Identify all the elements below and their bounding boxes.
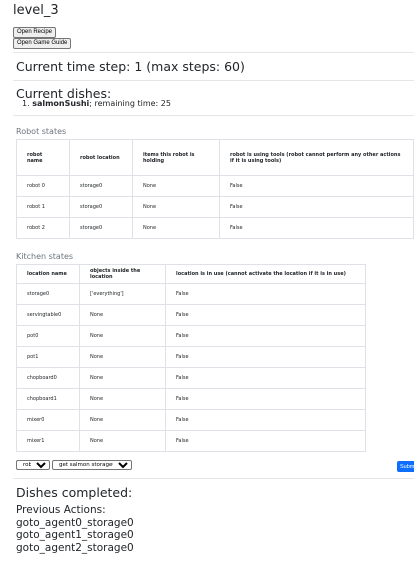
table-row: pot0 None False: [16, 325, 366, 347]
table-cell: None: [79, 304, 166, 326]
column-header: objects inside the location: [79, 264, 166, 284]
robot-select[interactable]: robot 0: [16, 460, 50, 470]
table-header-row: location name objects inside the locatio…: [16, 264, 366, 284]
dish-number: 1.: [22, 99, 30, 108]
table-cell: robot 2: [16, 217, 70, 239]
table-cell: pot1: [16, 346, 80, 368]
previous-action-item: goto_agent1_storage0: [16, 529, 134, 541]
table-cell: robot 1: [16, 196, 70, 218]
table-cell: None: [79, 430, 166, 452]
previous-actions-heading: Previous Actions:: [16, 504, 106, 516]
page-title: level_3: [13, 3, 59, 18]
open-game-guide-button[interactable]: Open Game Guide: [13, 38, 72, 49]
table-cell: mixer0: [16, 409, 80, 431]
table-cell: False: [165, 388, 366, 410]
table-cell: None: [79, 346, 166, 368]
table-cell: False: [219, 196, 414, 218]
table-cell: None: [79, 409, 166, 431]
divider: [13, 80, 414, 81]
table-cell: servingtable0: [16, 304, 80, 326]
table-row: mixer0 None False: [16, 409, 366, 431]
table-cell: None: [79, 367, 166, 389]
table-row: pot1 None False: [16, 346, 366, 368]
table-cell: False: [219, 217, 414, 239]
robot-states-table: robot name robot location items this rob…: [16, 139, 414, 239]
dish-remaining-time: ; remaining time: 25: [89, 99, 171, 108]
table-row: mixer1 None False: [16, 430, 366, 452]
open-recipe-button[interactable]: Open Recipe: [13, 27, 57, 38]
table-cell: None: [132, 175, 220, 197]
divider: [13, 52, 414, 53]
table-cell: False: [165, 409, 366, 431]
table-row: robot 1 storage0 None False: [16, 196, 414, 218]
column-header: location name: [16, 264, 80, 284]
column-header: robot location: [69, 139, 133, 176]
table-cell: storage0: [16, 283, 80, 305]
robot-states-title: Robot states: [16, 127, 67, 136]
table-cell: False: [165, 367, 366, 389]
dish-name: salmonSushi: [32, 99, 90, 108]
dish-item: 1. salmonSushi; remaining time: 25: [22, 99, 171, 108]
table-cell: False: [165, 304, 366, 326]
table-cell: storage0: [69, 196, 133, 218]
action-select[interactable]: get salmon storage0: [52, 460, 132, 470]
current-time-step: Current time step: 1 (max steps: 60): [16, 59, 245, 74]
table-cell: chopboard1: [16, 388, 80, 410]
table-row: chopboard1 None False: [16, 388, 366, 410]
table-cell: pot0: [16, 325, 80, 347]
table-header-row: robot name robot location items this rob…: [16, 139, 414, 176]
divider: [13, 478, 414, 479]
table-cell: False: [165, 346, 366, 368]
table-cell: ['everything']: [79, 283, 166, 305]
table-cell: chopboard0: [16, 367, 80, 389]
previous-action-item: goto_agent0_storage0: [16, 516, 134, 529]
table-cell: None: [79, 388, 166, 410]
table-cell: None: [132, 217, 220, 239]
table-row: chopboard0 None False: [16, 367, 366, 389]
table-cell: mixer1: [16, 430, 80, 452]
table-row: storage0 ['everything'] False: [16, 283, 366, 305]
table-row: servingtable0 None False: [16, 304, 366, 326]
table-row: robot 0 storage0 None False: [16, 175, 414, 197]
table-cell: None: [132, 196, 220, 218]
submit-button[interactable]: Submit: [397, 461, 414, 472]
table-cell: False: [165, 325, 366, 347]
divider: [13, 115, 414, 116]
previous-action-item: goto_agent2_storage0: [16, 541, 134, 554]
column-header: robot is using tools (robot cannot perfo…: [219, 139, 414, 176]
table-cell: None: [79, 325, 166, 347]
table-cell: robot 0: [16, 175, 70, 197]
table-cell: storage0: [69, 175, 133, 197]
previous-actions: Previous Actions: goto_agent0_storage0 g…: [16, 504, 134, 554]
column-header: robot name: [16, 139, 70, 176]
column-header: items this robot is holding: [132, 139, 220, 176]
table-cell: False: [165, 283, 366, 305]
column-header: location is in use (cannot activate the …: [165, 264, 366, 284]
kitchen-states-table: location name objects inside the locatio…: [16, 264, 366, 452]
table-cell: storage0: [69, 217, 133, 239]
table-cell: False: [219, 175, 414, 197]
kitchen-states-title: Kitchen states: [16, 252, 74, 261]
table-cell: False: [165, 430, 366, 452]
table-row: robot 2 storage0 None False: [16, 217, 414, 239]
dishes-completed-heading: Dishes completed:: [16, 485, 133, 500]
